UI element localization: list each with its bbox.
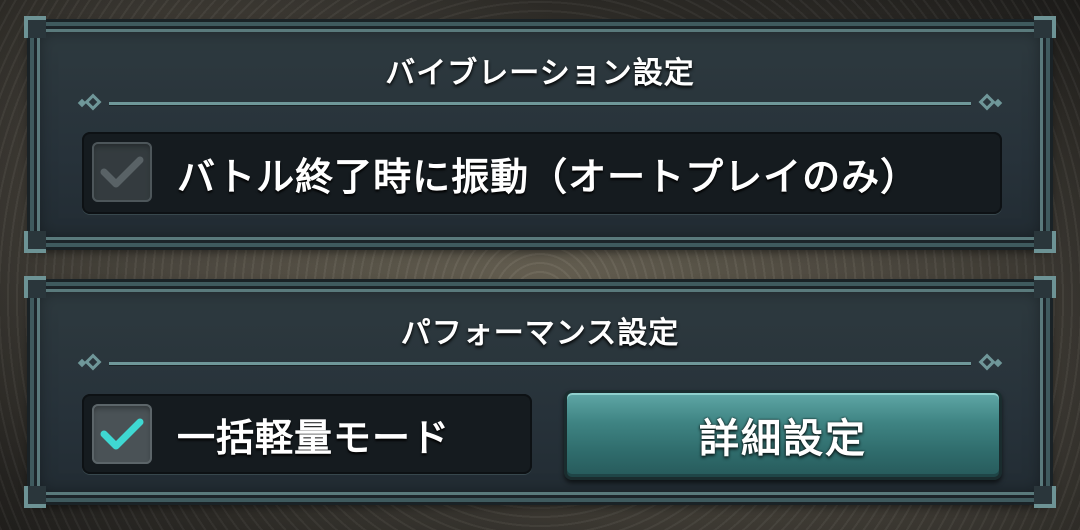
- vibration-settings-title: バイブレーション設定: [385, 56, 695, 91]
- lightweight-mode-checkbox[interactable]: [92, 404, 152, 464]
- vibration-on-battle-end-option[interactable]: バトル終了時に振動（オートプレイのみ）: [82, 132, 1002, 214]
- panel-corner-ornament: [24, 231, 46, 253]
- title-divider: [77, 93, 1003, 111]
- check-icon: [100, 156, 144, 188]
- check-icon: [100, 418, 144, 450]
- detail-settings-button[interactable]: 詳細設定: [564, 390, 1002, 480]
- lightweight-mode-option[interactable]: 一括軽量モード: [82, 394, 532, 474]
- vibration-on-battle-end-label: バトル終了時に振動（オートプレイのみ）: [177, 154, 920, 199]
- panel-corner-ornament: [24, 486, 46, 508]
- title-divider: [77, 353, 1003, 371]
- performance-settings-title: パフォーマンス設定: [400, 316, 680, 351]
- panel-corner-ornament: [1034, 16, 1056, 38]
- performance-settings-panel: パフォーマンス設定 一括軽量モード 詳細設定: [24, 276, 1056, 508]
- panel-corner-ornament: [24, 16, 46, 38]
- vibration-settings-panel: バイブレーション設定 バトル終了時に振動（オートプレイのみ）: [24, 16, 1056, 253]
- lightweight-mode-label: 一括軽量モード: [177, 415, 451, 460]
- vibration-on-battle-end-checkbox[interactable]: [92, 142, 152, 202]
- panel-corner-ornament: [1034, 231, 1056, 253]
- panel-corner-ornament: [1034, 486, 1056, 508]
- panel-corner-ornament: [24, 276, 46, 298]
- panel-corner-ornament: [1034, 276, 1056, 298]
